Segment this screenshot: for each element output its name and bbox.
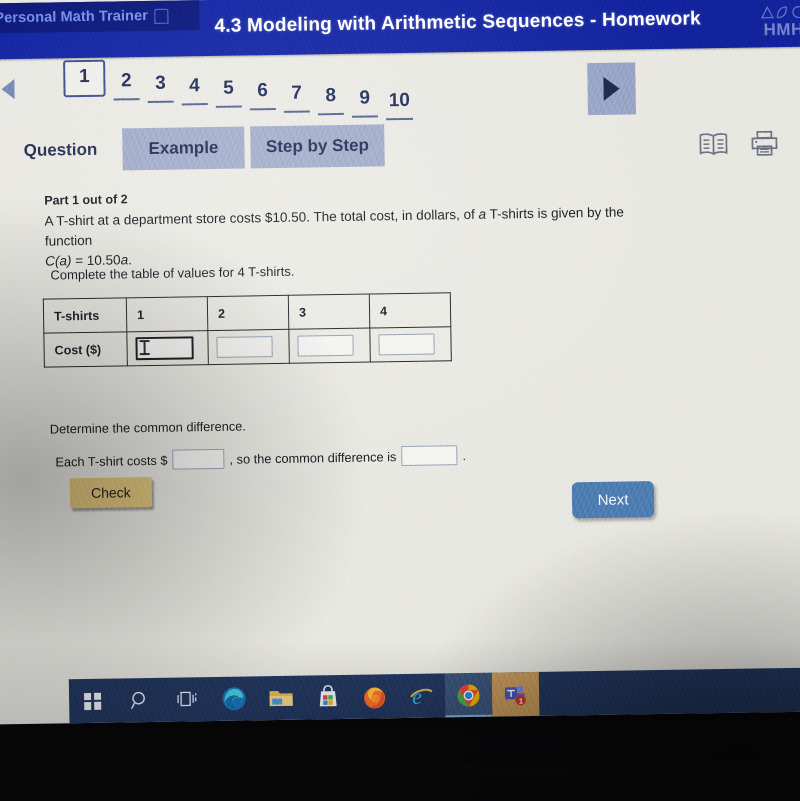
cost-cell-4[interactable]: [369, 326, 452, 363]
microsoft-store-button[interactable]: [304, 675, 352, 720]
cost-per-tshirt-input[interactable]: [172, 448, 225, 470]
common-difference-input[interactable]: [401, 445, 458, 467]
hmh-wordmark: HMH: [763, 19, 800, 40]
screen: Personal Math Trainer 4.3 Modeling with …: [0, 0, 800, 725]
search-button[interactable]: [116, 678, 164, 723]
cost-cell-3[interactable]: [288, 328, 371, 364]
print-icon[interactable]: [750, 130, 778, 156]
page-title: 4.3 Modeling with Arithmetic Sequences -…: [214, 8, 701, 37]
values-table: T-shirts 1 2 3 4 Cost ($): [43, 292, 452, 368]
firefox-button[interactable]: [351, 674, 399, 719]
teams-badge-count: 1: [519, 696, 523, 705]
page-number-1[interactable]: 1: [63, 59, 106, 98]
internet-explorer-icon: e: [409, 684, 433, 709]
page-number-list: 1 2 3 4 5 6 7 8 9 10: [63, 59, 417, 118]
check-button[interactable]: Check: [69, 476, 153, 509]
tshirt-value-2: 2: [207, 295, 289, 331]
photo-of-screen: Personal Math Trainer 4.3 Modeling with …: [0, 0, 800, 801]
microsoft-edge-icon: [222, 687, 246, 711]
start-button[interactable]: [69, 679, 117, 724]
table-row-cost: Cost ($): [43, 326, 452, 368]
hmh-logo: HMH: [760, 5, 800, 40]
google-chrome-button[interactable]: [444, 672, 493, 718]
question-content: Part 1 out of 2 A T-shirt at a departmen…: [0, 181, 800, 519]
personal-math-trainer-badge[interactable]: Personal Math Trainer: [0, 0, 200, 34]
task-view-icon: [176, 691, 196, 707]
common-difference-sentence: Each T-shirt costs $ , so the common dif…: [55, 445, 466, 471]
windows-taskbar: e 1: [68, 667, 800, 724]
question-function-period: .: [128, 252, 133, 268]
row-header-tshirts: T-shirts: [43, 297, 127, 334]
page-number-4[interactable]: 4: [177, 75, 211, 98]
search-icon: [130, 691, 145, 710]
tshirt-value-3: 3: [288, 294, 370, 330]
row-header-cost: Cost ($): [43, 331, 128, 368]
google-chrome-icon: [457, 684, 480, 707]
microsoft-teams-button[interactable]: 1: [491, 671, 540, 717]
page-number-3[interactable]: 3: [143, 73, 177, 96]
page-number-8[interactable]: 8: [313, 85, 347, 108]
content-tabs: Question Example Step by Step: [0, 117, 800, 176]
internet-explorer-button[interactable]: e: [398, 673, 446, 718]
tshirt-value-4: 4: [369, 292, 451, 329]
page-number-10[interactable]: 10: [382, 90, 417, 113]
question-pager: 1 2 3 4 5 6 7 8 9 10: [0, 53, 800, 126]
cost-input-3[interactable]: [297, 334, 354, 357]
determine-prompt: Determine the common difference.: [49, 418, 247, 437]
tool-icon-group: [698, 130, 778, 157]
sentence-part-1: Each T-shirt costs $: [55, 452, 168, 469]
instruction-text: Complete the table of values for 4 T-shi…: [50, 263, 295, 283]
app-header: Personal Math Trainer 4.3 Modeling with …: [0, 0, 800, 60]
tab-step-by-step[interactable]: Step by Step: [250, 124, 385, 169]
sentence-part-2: , so the common difference is: [229, 448, 397, 467]
microsoft-store-icon: [319, 685, 337, 707]
hmh-glyphs-icon: [760, 5, 800, 19]
tab-example[interactable]: Example: [122, 126, 245, 171]
windows-logo-icon: [83, 692, 102, 710]
microsoft-teams-icon: 1: [504, 685, 526, 705]
app-name-label: Personal Math Trainer: [0, 7, 149, 27]
page-number-9[interactable]: 9: [348, 87, 382, 110]
page-number-5[interactable]: 5: [211, 77, 245, 100]
cost-input-1[interactable]: [135, 336, 194, 361]
cost-input-4[interactable]: [378, 333, 435, 356]
task-view-button[interactable]: [163, 677, 211, 722]
tshirt-value-1: 1: [126, 296, 208, 332]
cost-cell-1[interactable]: [126, 330, 209, 366]
next-button[interactable]: Next: [571, 481, 655, 519]
next-question-button[interactable]: [587, 62, 636, 116]
cost-input-2[interactable]: [216, 336, 273, 358]
question-text: A T-shirt at a department store costs $1…: [44, 202, 673, 272]
question-text-line1a: A T-shirt at a department store costs $1…: [44, 206, 479, 229]
sentence-end: .: [462, 447, 467, 463]
page-number-7[interactable]: 7: [279, 82, 313, 105]
cost-cell-2[interactable]: [207, 329, 290, 365]
triangle-left-icon[interactable]: [1, 79, 15, 100]
house-icon: [153, 8, 169, 24]
firefox-icon: [364, 687, 386, 709]
microsoft-edge-button[interactable]: [210, 676, 258, 721]
glossary-icon[interactable]: [698, 132, 728, 156]
triangle-right-icon: [603, 76, 620, 101]
tab-question[interactable]: Question: [6, 129, 115, 173]
hmh-logo-marks: [760, 5, 800, 21]
svg-text:e: e: [411, 684, 421, 709]
page-number-6[interactable]: 6: [245, 80, 279, 103]
file-explorer-button[interactable]: [257, 676, 305, 721]
file-explorer-icon: [268, 691, 293, 707]
part-label: Part 1 out of 2: [44, 192, 128, 208]
page-number-2[interactable]: 2: [109, 70, 143, 93]
